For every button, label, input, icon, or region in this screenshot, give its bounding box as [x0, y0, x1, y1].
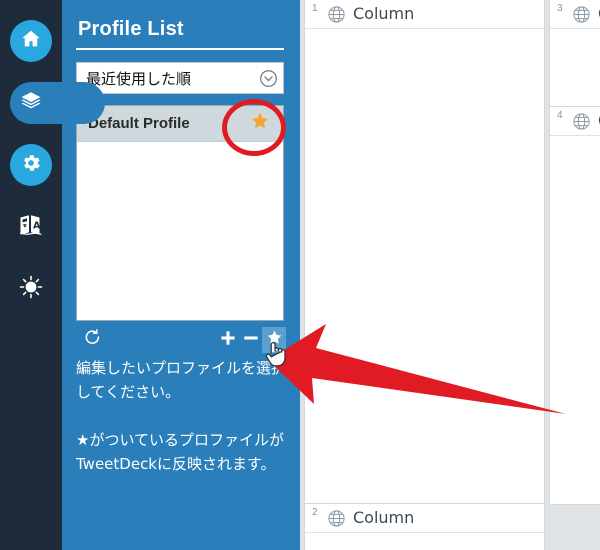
- sort-order-select[interactable]: 最近使用した順: [76, 62, 284, 94]
- refresh-icon: [83, 328, 102, 352]
- column-header[interactable]: 1 Column: [305, 0, 544, 29]
- add-profile-button[interactable]: [216, 327, 240, 353]
- table-row[interactable]: 2 Column: [304, 503, 545, 550]
- settings-button[interactable]: [10, 144, 52, 186]
- table-row[interactable]: 1 Column: [304, 0, 545, 504]
- layers-icon: [19, 89, 43, 118]
- rail-item-appearance[interactable]: [0, 258, 62, 320]
- refresh-button[interactable]: [78, 327, 106, 353]
- column-header[interactable]: 4 Column: [550, 107, 600, 136]
- svg-text:A: A: [33, 220, 41, 231]
- plus-icon: [219, 329, 237, 352]
- home-button[interactable]: [10, 20, 52, 62]
- rail-item-language[interactable]: A: [0, 196, 62, 258]
- profile-panel: Profile List 最近使用した順 Default Profile 編集し…: [62, 0, 300, 550]
- table-row[interactable]: 4 Column: [549, 106, 600, 505]
- profile-toolbar: [76, 327, 286, 355]
- help-paragraph-1: 編集したいプロファイルを選択してください。: [76, 359, 287, 401]
- minus-icon: [242, 329, 260, 352]
- profile-name: Default Profile: [88, 115, 190, 132]
- column-title: Column: [353, 4, 415, 23]
- star-icon: [266, 329, 283, 351]
- remove-profile-button[interactable]: [240, 327, 262, 353]
- column-number: 2: [312, 507, 318, 518]
- profile-star-toggle[interactable]: [237, 106, 283, 141]
- translate-icon: A: [18, 212, 44, 243]
- star-icon: [250, 111, 270, 136]
- gear-icon: [20, 152, 42, 179]
- column-header[interactable]: 3 Column: [550, 0, 600, 29]
- column-title: Column: [353, 508, 415, 527]
- home-icon: [20, 28, 42, 55]
- table-row[interactable]: 3 Column: [549, 0, 600, 108]
- globe-icon: [327, 509, 346, 533]
- rail-item-layers[interactable]: [0, 72, 105, 134]
- set-default-star-button[interactable]: [262, 327, 286, 353]
- list-item[interactable]: Default Profile: [77, 106, 283, 142]
- chevron-down-icon[interactable]: [253, 69, 283, 88]
- globe-icon: [572, 5, 591, 29]
- column-workspace: 1 Column 3 4 2 Column: [300, 0, 600, 550]
- language-button[interactable]: A: [10, 206, 52, 248]
- column-number: 4: [557, 110, 563, 121]
- deck-tab[interactable]: w Deck: [0, 496, 64, 550]
- help-text: 編集したいプロファイルを選択してください。 ★がついているプロファイルがTwee…: [76, 356, 291, 476]
- help-paragraph-2: ★がついているプロファイルがTweetDeckに反映されます。: [76, 431, 284, 473]
- column-number: 1: [312, 3, 318, 14]
- column-number: 3: [557, 3, 563, 14]
- rail-item-settings[interactable]: [0, 134, 62, 196]
- appearance-button[interactable]: [10, 268, 52, 310]
- brightness-icon: [18, 274, 44, 305]
- sort-order-value: 最近使用した順: [86, 69, 192, 88]
- rail-item-home[interactable]: [0, 10, 62, 72]
- profile-list[interactable]: Default Profile: [76, 105, 284, 321]
- icon-rail: A w Deck: [0, 0, 105, 550]
- column-header[interactable]: 2 Column: [305, 504, 544, 533]
- title-divider: [76, 48, 284, 50]
- app-window: A w Deck Profile Li: [0, 0, 600, 550]
- page-title: Profile List: [78, 18, 184, 40]
- globe-icon: [327, 5, 346, 29]
- globe-icon: [572, 112, 591, 136]
